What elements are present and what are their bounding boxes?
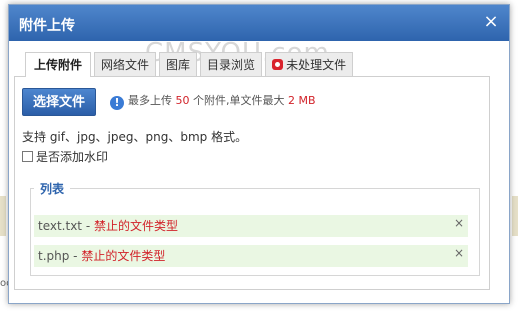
tab-bar: 上传附件 网络文件 图库 目录浏览 未处理文件 (25, 52, 354, 77)
tab-label: 上传附件 (34, 58, 83, 72)
limit-prefix: 最多上传 (128, 94, 172, 107)
tab-label: 未处理文件 (286, 58, 347, 72)
upload-limit-info: ! 最多上传 50 个附件,单文件最大 2 MB (110, 92, 316, 110)
tab-network-file[interactable]: 网络文件 (94, 52, 157, 76)
remove-icon[interactable]: × (454, 212, 464, 234)
supported-formats: 支持 gif、jpg、jpeg、png、bmp 格式。 (22, 130, 248, 144)
file-separator: - (82, 219, 94, 233)
info-icon: ! (110, 96, 124, 110)
file-list-item: t.php - 禁止的文件类型 × (34, 245, 468, 267)
select-file-button[interactable]: 选择文件 (22, 88, 96, 116)
file-name: text.txt (38, 219, 83, 233)
dialog-title: 附件上传 (19, 18, 75, 34)
file-name: t.php (38, 249, 70, 263)
tab-label: 图库 (166, 58, 191, 72)
file-separator: - (69, 249, 82, 263)
close-icon[interactable]: × (481, 12, 501, 32)
backdrop-stripe (512, 196, 518, 236)
file-error-message: 禁止的文件类型 (81, 249, 166, 263)
tab-label: 网络文件 (101, 58, 150, 72)
file-list-legend: 列表 (34, 180, 71, 197)
tab-directory-browse[interactable]: 目录浏览 (200, 52, 263, 76)
backdrop-stripe (0, 196, 6, 236)
watermark-checkbox[interactable] (22, 151, 33, 162)
tab-label: 目录浏览 (207, 58, 256, 72)
tab-upload[interactable]: 上传附件 (25, 52, 92, 77)
file-list-item: text.txt - 禁止的文件类型 × (34, 215, 468, 237)
tab-gallery[interactable]: 图库 (159, 52, 198, 76)
watermark-option[interactable]: 是否添加水印 (22, 148, 108, 165)
file-error-message: 禁止的文件类型 (93, 219, 178, 233)
max-size: 2 MB (288, 94, 316, 107)
tab-unprocessed-files[interactable]: 未处理文件 (265, 52, 354, 76)
watermark-label: 是否添加水印 (36, 150, 109, 164)
max-count: 50 (175, 94, 190, 107)
warning-icon (272, 59, 284, 70)
dialog-titlebar[interactable]: 附件上传 × (9, 5, 509, 41)
remove-icon[interactable]: × (454, 242, 464, 264)
limit-middle: 个附件,单文件最大 (193, 94, 285, 107)
